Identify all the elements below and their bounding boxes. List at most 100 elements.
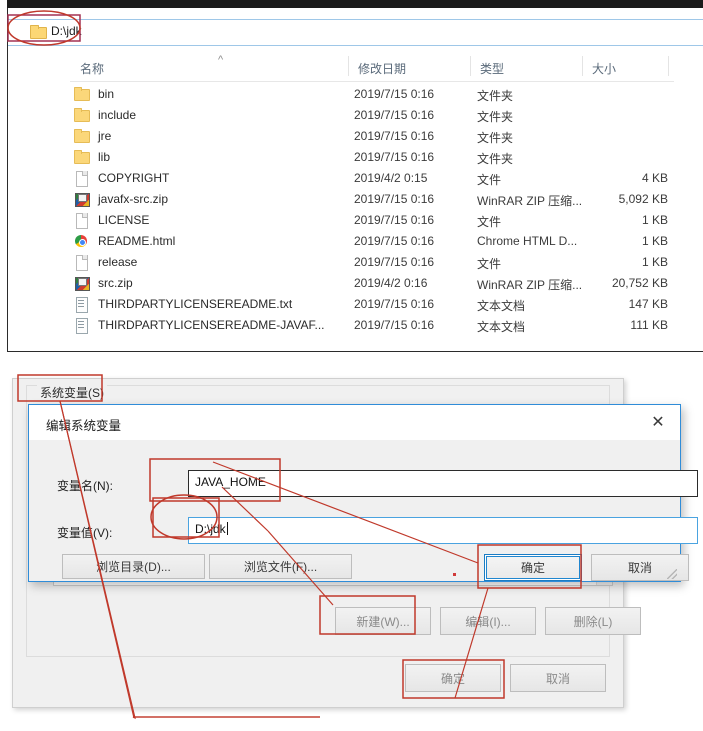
folder-icon <box>74 87 90 101</box>
file-name: include <box>98 108 137 122</box>
file-explorer-window: D:\jdk 名称 ^ 修改日期 类型 大小 bin 2019/7/15 0:16… <box>7 8 703 352</box>
file-date: 2019/4/2 0:16 <box>354 276 428 290</box>
file-type: 文本文档 <box>477 299 526 313</box>
file-name: THIRDPARTYLICENSEREADME-JAVAF... <box>98 318 325 332</box>
address-bar[interactable]: D:\jdk <box>8 19 703 46</box>
file-size: 20,752 KB <box>611 276 668 290</box>
variable-name-input[interactable]: JAVA_HOME <box>188 470 698 497</box>
file-type: 文件 <box>477 215 502 229</box>
file-date: 2019/7/15 0:16 <box>354 192 435 206</box>
file-icon <box>74 213 89 229</box>
file-name: README.html <box>98 234 176 248</box>
file-date: 2019/7/15 0:16 <box>354 129 435 143</box>
file-type: 文件 <box>477 257 502 271</box>
resize-grip-icon[interactable] <box>667 569 677 579</box>
folder-icon <box>74 108 90 122</box>
column-header-size[interactable]: 大小 <box>592 60 616 77</box>
table-row[interactable]: THIRDPARTYLICENSEREADME-JAVAF... 2019/7/1… <box>70 315 674 336</box>
text-icon <box>74 297 89 313</box>
file-type: 文件夹 <box>477 152 514 166</box>
file-icon <box>74 255 89 271</box>
table-row[interactable]: src.zip 2019/4/2 0:16 WinRAR ZIP 压缩... 20,7… <box>70 273 674 294</box>
close-icon[interactable]: ✕ <box>642 411 674 435</box>
file-date: 2019/7/15 0:16 <box>354 297 435 311</box>
new-button[interactable]: 新建(W)... <box>335 607 431 635</box>
browse-directory-button[interactable]: 浏览目录(D)... <box>62 554 205 579</box>
table-row[interactable]: release 2019/7/15 0:16 文件 1 KB <box>70 252 674 273</box>
table-row[interactable]: javafx-src.zip 2019/7/15 0:16 WinRAR ZIP 压… <box>70 189 674 210</box>
text-caret <box>226 522 228 535</box>
env-cancel-button[interactable]: 取消 <box>510 664 606 692</box>
table-row[interactable]: bin 2019/7/15 0:16 文件夹 <box>70 84 674 105</box>
address-bar-content[interactable]: D:\jdk <box>30 24 82 39</box>
delete-button[interactable]: 删除(L) <box>545 607 641 635</box>
file-name: release <box>98 255 138 269</box>
file-date: 2019/7/15 0:16 <box>354 255 435 269</box>
file-type: 文件夹 <box>477 89 514 103</box>
browse-file-button[interactable]: 浏览文件(F)... <box>209 554 352 579</box>
file-icon <box>74 171 89 187</box>
edit-system-variable-dialog: 编辑系统变量 ✕ 变量名(N): JAVA_HOME 变量值(V): D:\jd… <box>28 404 698 582</box>
file-list: bin 2019/7/15 0:16 文件夹 include 2019/7/15 0:1… <box>70 84 674 336</box>
column-header-name[interactable]: 名称 <box>80 60 104 77</box>
dialog-ok-button[interactable]: 确定 <box>484 554 582 581</box>
sort-ascending-icon: ^ <box>218 54 224 66</box>
file-date: 2019/7/15 0:16 <box>354 108 435 122</box>
text-icon <box>74 318 89 334</box>
variable-name-label: 变量名(N): <box>57 479 113 493</box>
variable-value-value: D:\jdk <box>195 522 226 536</box>
file-date: 2019/7/15 0:16 <box>354 87 435 101</box>
file-type: 文件 <box>477 173 502 187</box>
table-row[interactable]: jre 2019/7/15 0:16 文件夹 <box>70 126 674 147</box>
address-path-text: D:\jdk <box>51 24 82 38</box>
file-size: 1 KB <box>641 234 668 248</box>
file-size: 1 KB <box>641 255 668 269</box>
variable-name-value: JAVA_HOME <box>195 475 266 489</box>
file-size: 147 KB <box>628 297 668 311</box>
table-row[interactable]: THIRDPARTYLICENSEREADME.txt 2019/7/15 0:1… <box>70 294 674 315</box>
variable-value-input[interactable]: D:\jdk <box>188 517 698 544</box>
file-date: 2019/4/2 0:15 <box>354 171 428 185</box>
table-row[interactable]: README.html 2019/7/15 0:16 Chrome HTML D..… <box>70 231 674 252</box>
file-name: lib <box>98 150 111 164</box>
folder-icon <box>74 129 90 143</box>
dialog-title-bar: 编辑系统变量 ✕ <box>29 405 680 440</box>
system-variables-label: 系统变量(S) <box>37 384 107 401</box>
file-name: THIRDPARTYLICENSEREADME.txt <box>98 297 293 311</box>
screenshot-root: D:\jdk 名称 ^ 修改日期 类型 大小 bin 2019/7/15 0:16… <box>0 0 703 731</box>
dialog-marker-dot <box>453 573 456 576</box>
column-header-date[interactable]: 修改日期 <box>358 60 406 77</box>
env-ok-button[interactable]: 确定 <box>405 664 501 692</box>
file-date: 2019/7/15 0:16 <box>354 318 435 332</box>
file-name: bin <box>98 87 115 101</box>
table-row[interactable]: LICENSE 2019/7/15 0:16 文件 1 KB <box>70 210 674 231</box>
table-row[interactable]: COPYRIGHT 2019/4/2 0:15 文件 4 KB <box>70 168 674 189</box>
table-row[interactable]: include 2019/7/15 0:16 文件夹 <box>70 105 674 126</box>
file-size: 1 KB <box>641 213 668 227</box>
variable-value-label: 变量值(V): <box>57 526 113 540</box>
file-type: 文件夹 <box>477 110 514 124</box>
column-header-row: 名称 ^ 修改日期 类型 大小 <box>70 52 674 82</box>
dialog-title: 编辑系统变量 <box>46 419 122 433</box>
window-chrome-strip <box>7 0 703 8</box>
zip-icon <box>74 276 90 291</box>
file-date: 2019/7/15 0:16 <box>354 150 435 164</box>
table-row[interactable]: lib 2019/7/15 0:16 文件夹 <box>70 147 674 168</box>
file-name: src.zip <box>98 276 133 290</box>
edit-button[interactable]: 编辑(I)... <box>440 607 536 635</box>
folder-icon <box>30 25 47 39</box>
folder-icon <box>74 150 90 164</box>
file-type: 文本文档 <box>477 320 526 334</box>
column-header-type[interactable]: 类型 <box>480 60 504 77</box>
file-name: LICENSE <box>98 213 150 227</box>
file-date: 2019/7/15 0:16 <box>354 234 435 248</box>
file-name: javafx-src.zip <box>98 192 169 206</box>
file-type: 文件夹 <box>477 131 514 145</box>
chrome-icon <box>74 234 89 248</box>
file-name: COPYRIGHT <box>98 171 170 185</box>
file-size: 4 KB <box>641 171 668 185</box>
zip-icon <box>74 192 90 207</box>
dialog-body: 变量名(N): JAVA_HOME 变量值(V): D:\jdk 浏览目录(D)… <box>29 440 698 581</box>
file-size: 5,092 KB <box>618 192 668 206</box>
file-name: jre <box>98 129 112 143</box>
